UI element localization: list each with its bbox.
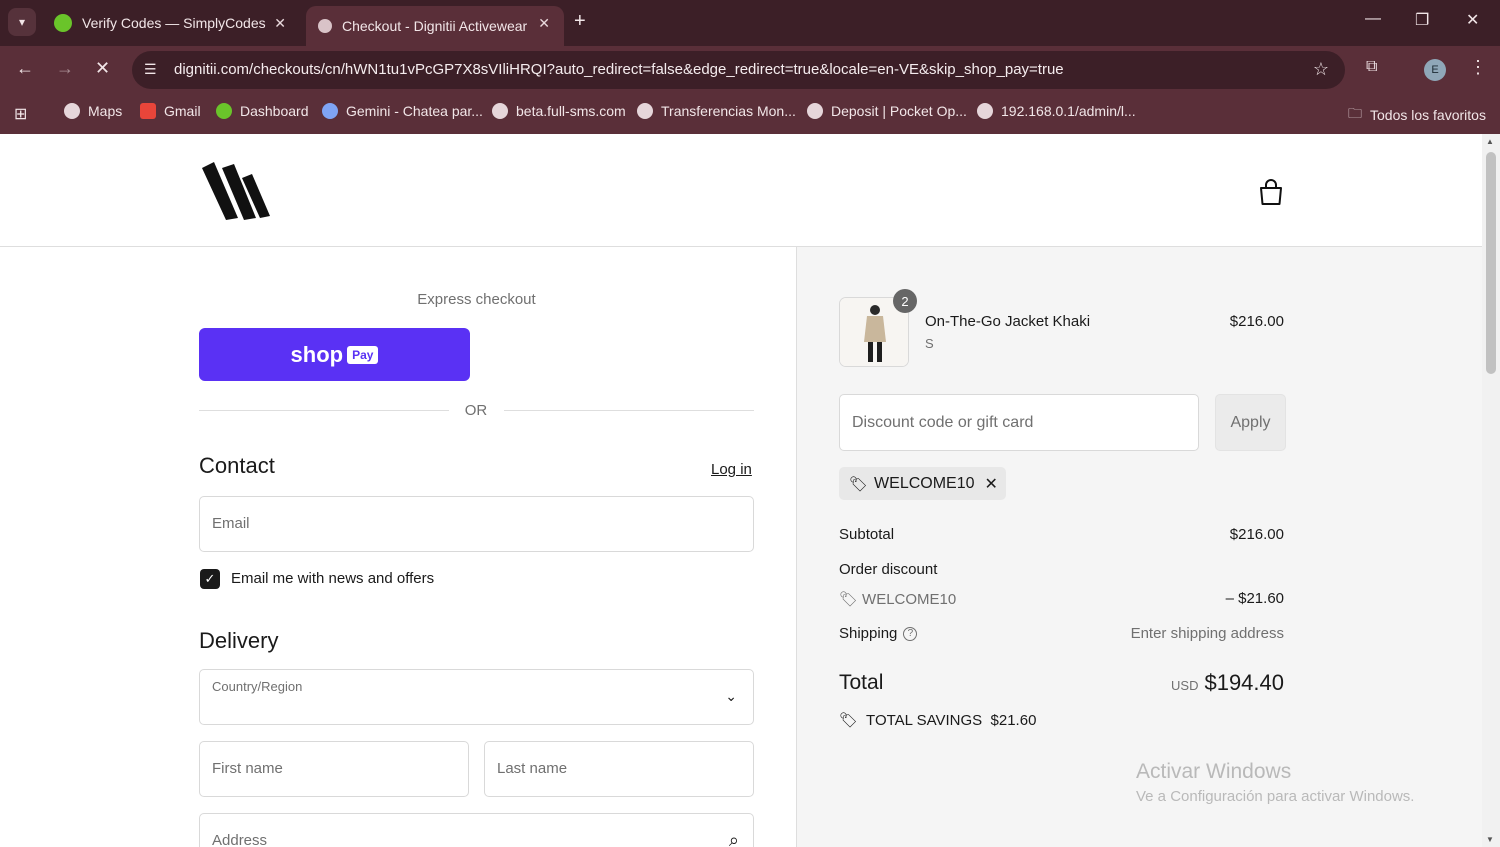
bookmark-maps[interactable]: Maps [64,103,122,119]
total-savings: 🏷 TOTAL SAVINGS $21.60 [839,711,1037,730]
tab-strip: ▾ Verify Codes — SimplyCodes ✕ Checkout … [0,0,1500,46]
url-text[interactable]: dignitii.com/checkouts/cn/hWN1tu1vPcGP7X… [174,61,1064,78]
bookmark-transferencias[interactable]: Transferencias Mon... [637,103,796,119]
bookmarks-bar: ⊞ Maps Gmail Dashboard Gemini - Chatea p… [0,94,1500,134]
newsletter-checkbox[interactable]: ✓ [200,569,220,589]
bookmark-gmail[interactable]: Gmail [140,103,201,119]
browser-chrome: ▾ Verify Codes — SimplyCodes ✕ Checkout … [0,0,1500,134]
total-value: USD $194.40 [1171,670,1284,695]
address-bar[interactable]: ☰ dignitii.com/checkouts/cn/hWN1tu1vPcGP… [132,51,1345,89]
first-name-field[interactable]: First name [199,741,469,797]
scroll-down-icon[interactable]: ▼ [1486,835,1494,844]
site-settings-icon[interactable]: ☰ [144,61,157,78]
bookmark-dashboard[interactable]: Dashboard [216,103,309,119]
delivery-heading: Delivery [199,628,279,653]
or-label: OR [464,402,488,419]
checkout-form: Express checkout shop Pay OR Contact Log … [0,247,796,847]
tab-checkout[interactable]: Checkout - Dignitii Activewear ✕ [306,6,564,46]
divider [199,410,449,411]
total-label: Total [839,671,884,694]
express-checkout-label: Express checkout [417,291,536,308]
subtotal-value: $216.00 [1229,526,1284,543]
simplycodes-favicon-icon [54,14,72,32]
tab-verify-codes[interactable]: Verify Codes — SimplyCodes ✕ [42,6,300,40]
last-name-field[interactable]: Last name [484,741,754,797]
folder-icon: 🗀 [1348,105,1362,121]
bookmark-gemini[interactable]: Gemini - Chatea par... [322,103,483,119]
menu-icon[interactable]: ⋮ [1469,57,1487,78]
chevron-down-icon: ▾ [18,15,26,29]
shopping-bag-icon[interactable] [1258,178,1284,206]
shipping-row: Shipping? [839,625,918,642]
remove-discount-icon[interactable]: ✕ [985,474,998,494]
scroll-thumb[interactable] [1486,152,1496,374]
stop-loading-icon[interactable]: ✕ [95,58,110,79]
close-tab-icon[interactable]: ✕ [274,15,286,32]
bookmark-star-icon[interactable]: ☆ [1313,59,1329,80]
tab-search-button[interactable]: ▾ [8,8,36,36]
windows-activation-watermark: Activar Windows Ve a Configuración para … [1136,760,1415,805]
order-discount-label: Order discount [839,561,938,578]
discount-code-row: 🏷 WELCOME10 [839,591,957,608]
search-icon: ⌕ [728,830,739,847]
country-select[interactable]: Country/Region ⌄ [199,669,754,725]
dashboard-icon [216,103,232,119]
product-name: On-The-Go Jacket Khaki [925,313,1091,330]
contact-heading: Contact [199,453,275,478]
loading-favicon-icon [318,19,332,33]
tag-icon: 🏷 [849,475,869,493]
store-header [0,134,1482,247]
dignitii-logo-icon[interactable] [200,160,272,222]
product-variant: S [925,336,934,351]
restore-icon[interactable]: ❐ [1415,10,1429,30]
extensions-icon[interactable]: ⧉ [1366,58,1377,76]
new-tab-icon[interactable]: + [574,10,586,33]
back-arrow-icon[interactable]: ← [16,58,34,79]
minimize-icon[interactable]: — [1365,10,1381,28]
login-link[interactable]: Log in [711,461,752,478]
gemini-icon [322,103,338,119]
discount-value: – $21.60 [1225,590,1284,607]
scroll-up-icon[interactable]: ▲ [1486,137,1494,146]
subtotal-label: Subtotal [839,526,895,543]
globe-icon [492,103,508,119]
discount-code-input[interactable]: Discount code or gift card [839,394,1199,451]
product-price: $216.00 [1229,313,1284,330]
browser-toolbar: ← → ✕ ☰ dignitii.com/checkouts/cn/hWN1tu… [0,46,1500,94]
all-bookmarks-folder[interactable]: 🗀 Todos los favoritos [1348,103,1486,127]
shop-pay-button[interactable]: shop Pay [199,328,470,381]
newsletter-label[interactable]: Email me with news and offers [231,570,434,587]
close-tab-icon[interactable]: ✕ [538,15,550,32]
address-field[interactable]: Address ⌕ [199,813,754,847]
applied-discount-chip: 🏷 WELCOME10 ✕ [839,467,1006,500]
tab-title: Verify Codes — SimplyCodes [82,15,266,31]
forward-arrow-icon[interactable]: → [56,58,74,79]
quantity-badge: 2 [893,289,917,313]
apps-grid-icon[interactable]: ⊞ [14,104,27,124]
checkmark-icon: ✓ [204,571,216,586]
divider [504,410,754,411]
shipping-value: Enter shipping address [1130,625,1284,642]
bookmark-router-admin[interactable]: 192.168.0.1/admin/l... [977,103,1136,119]
tag-icon: 🏷 [839,591,859,608]
checkout-page: Express checkout shop Pay OR Contact Log … [0,134,1482,847]
tags-icon: 🏷 [839,712,859,729]
help-question-icon[interactable]: ? [903,627,918,642]
apply-button[interactable]: Apply [1215,394,1286,451]
profile-avatar[interactable]: E [1424,59,1446,81]
bookmark-pocket-option[interactable]: Deposit | Pocket Op... [807,103,967,119]
tab-title: Checkout - Dignitii Activewear [342,18,528,34]
chevron-down-icon: ⌄ [725,688,737,704]
currency-code: USD [1171,678,1199,693]
close-window-icon[interactable]: ✕ [1466,10,1479,30]
page-scrollbar[interactable]: ▲ ▼ [1482,134,1500,847]
order-summary: 2 On-The-Go Jacket Khaki S $216.00 Disco… [796,247,1482,847]
globe-icon [977,103,993,119]
bookmark-full-sms[interactable]: beta.full-sms.com [492,103,626,119]
email-field[interactable]: Email [199,496,754,552]
globe-icon [807,103,823,119]
gmail-icon [140,103,156,119]
globe-icon [637,103,653,119]
globe-icon [64,103,80,119]
